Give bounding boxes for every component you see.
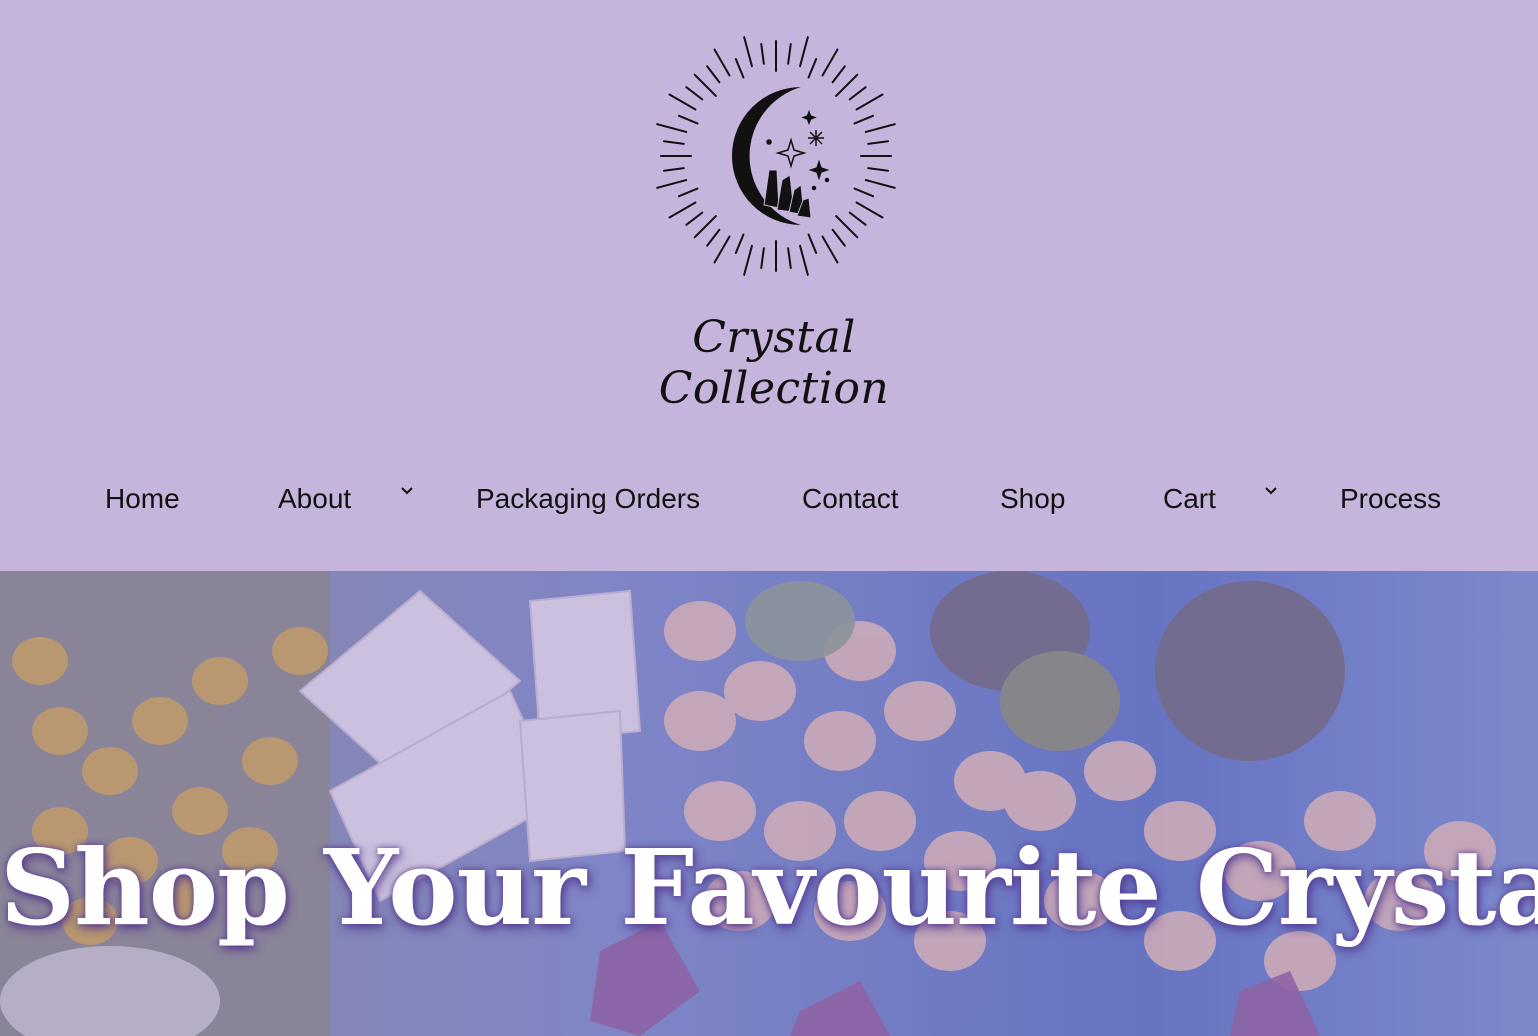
nav-item-process[interactable]: Process	[1340, 482, 1441, 516]
chevron-down-icon[interactable]	[1263, 484, 1279, 496]
nav-item-packaging-orders[interactable]: Packaging Orders	[476, 482, 700, 516]
site-logo[interactable]: Crystal Collection	[619, 30, 929, 414]
nav-item-label: Cart	[1163, 483, 1216, 514]
main-nav: Home About Packaging Orders Contact Shop…	[0, 470, 1538, 530]
nav-item-contact[interactable]: Contact	[802, 482, 899, 516]
nav-item-label: Shop	[1000, 483, 1066, 514]
nav-item-label: Home	[105, 483, 180, 514]
nav-item-cart[interactable]: Cart	[1163, 482, 1216, 516]
chevron-down-icon[interactable]	[399, 484, 415, 496]
nav-item-label: Contact	[802, 483, 899, 514]
nav-item-about[interactable]: About	[278, 482, 351, 516]
nav-item-shop[interactable]: Shop	[1000, 482, 1065, 516]
crescent-moon-crystal-logo	[656, 36, 896, 276]
hero-banner: Shop Your Favourite Crystals!	[0, 571, 1538, 1036]
nav-item-label: Packaging Orders	[476, 483, 701, 514]
nav-item-label: Process	[1340, 483, 1442, 514]
site-header: Crystal Collection Home About Packaging …	[0, 0, 1538, 571]
hero-title: Shop Your Favourite Crystals!	[0, 826, 1538, 949]
hero-overlay	[0, 571, 1538, 1036]
brand-name: Crystal Collection	[658, 312, 890, 414]
nav-item-label: About	[278, 483, 352, 514]
nav-item-home[interactable]: Home	[105, 482, 180, 516]
